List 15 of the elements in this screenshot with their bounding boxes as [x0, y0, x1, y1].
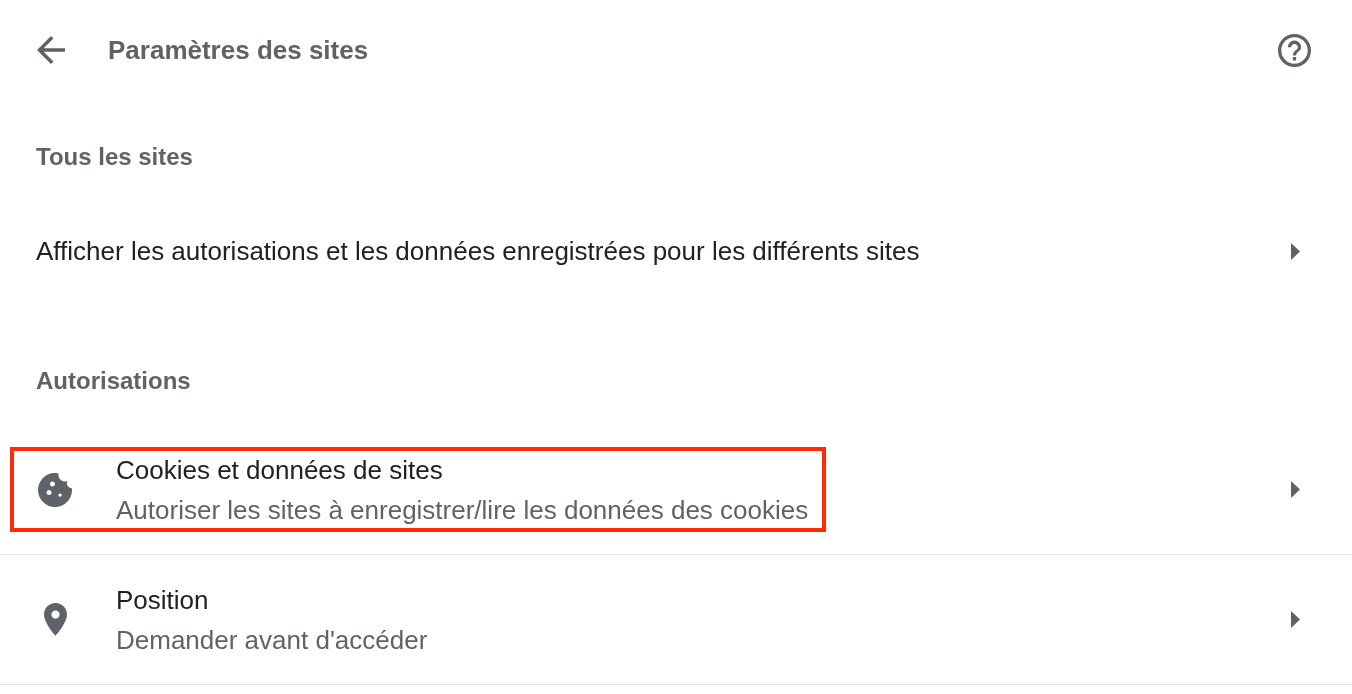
cookie-icon: [38, 472, 72, 507]
permission-description: Autoriser les sites à enregistrer/lire les données des cookies: [116, 494, 809, 525]
caret-right-icon[interactable]: [1291, 481, 1300, 498]
section-heading: Tous les sites: [36, 143, 193, 171]
permission-description: Demander avant d'accéder: [116, 624, 428, 655]
row-title[interactable]: Afficher les autorisations et les données enregistrées pour les différents sites: [36, 236, 920, 266]
permission-title[interactable]: Position: [116, 584, 428, 615]
section-heading: Autorisations: [36, 367, 191, 395]
back-arrow-icon[interactable]: [37, 36, 65, 64]
help-icon[interactable]: [1278, 33, 1311, 67]
caret-right-icon[interactable]: [1291, 611, 1300, 628]
caret-right-icon[interactable]: [1291, 242, 1300, 260]
page-title: Paramètres des sites: [108, 34, 370, 66]
permission-title[interactable]: Cookies et données de sites: [116, 454, 809, 485]
location-pin-icon: [43, 603, 67, 636]
